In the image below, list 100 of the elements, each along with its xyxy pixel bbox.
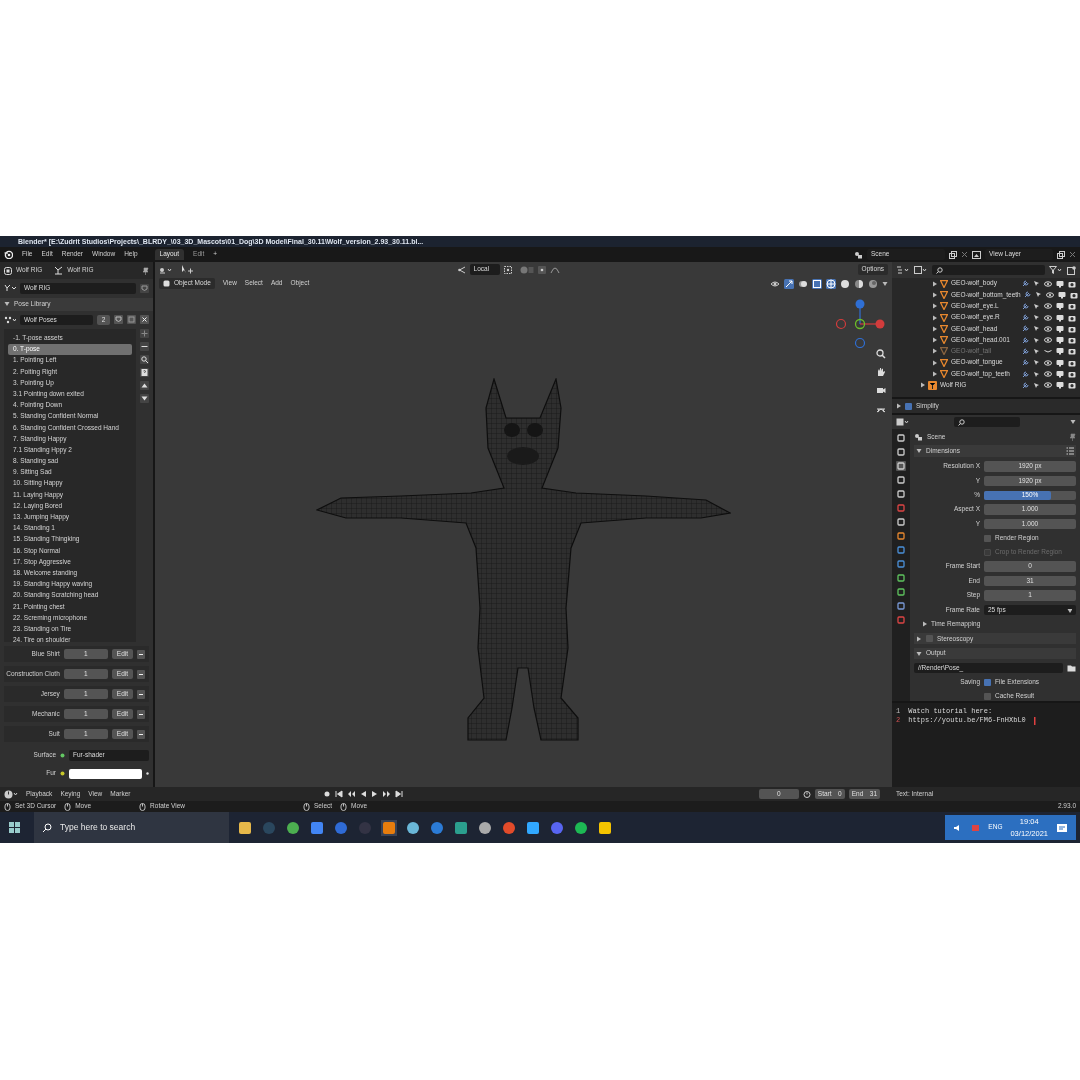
move-down-icon[interactable]: [140, 394, 149, 403]
close-icon[interactable]: [140, 315, 149, 325]
eye-icon[interactable]: [1044, 324, 1052, 333]
falloff-curve-icon[interactable]: [549, 265, 560, 274]
monitor-icon[interactable]: [1056, 347, 1064, 356]
modifier-wrench-icon[interactable]: [1022, 325, 1029, 333]
app-icon[interactable]: [501, 819, 517, 836]
blender-logo-icon[interactable]: [4, 250, 13, 259]
checkbox[interactable]: [984, 692, 991, 700]
previous-keyframe-icon[interactable]: [347, 790, 356, 798]
editor-type-icon[interactable]: [896, 418, 910, 427]
play-reverse-icon[interactable]: [359, 790, 368, 798]
search-icon[interactable]: [936, 266, 943, 274]
plus-icon[interactable]: [140, 329, 149, 338]
properties-tab-icon[interactable]: [896, 573, 906, 584]
cursor-move-icon[interactable]: [181, 264, 193, 275]
wireframe-shading-icon[interactable]: [826, 278, 836, 289]
checkbox[interactable]: [926, 635, 933, 643]
xray-icon[interactable]: [812, 278, 822, 289]
pose-library-icon[interactable]: [4, 315, 16, 324]
dropdown-arrow-icon[interactable]: [1070, 419, 1076, 426]
taskbar-search-field[interactable]: Type here to search: [34, 812, 229, 843]
properties-tab-icon[interactable]: [896, 433, 906, 444]
camera-icon[interactable]: [1068, 336, 1076, 345]
object-icon[interactable]: [4, 266, 12, 275]
eye-icon[interactable]: [1044, 336, 1052, 345]
properties-tab-icon[interactable]: [896, 447, 906, 458]
display-mode-icon[interactable]: [896, 266, 910, 274]
modifier-wrench-icon[interactable]: [1022, 381, 1029, 389]
eye-icon[interactable]: [1044, 279, 1052, 288]
app-icon[interactable]: [597, 819, 613, 836]
properties-tab-icon[interactable]: [896, 475, 906, 486]
app-icon[interactable]: [477, 819, 493, 836]
dropdown-arrow-icon[interactable]: [882, 280, 888, 287]
copy-icon[interactable]: [949, 250, 957, 259]
pin-icon[interactable]: [142, 266, 149, 275]
monitor-icon[interactable]: [1056, 302, 1064, 311]
notification-icon[interactable]: [1056, 822, 1068, 833]
modifier-wrench-icon[interactable]: [1022, 359, 1029, 367]
eye-icon[interactable]: [1044, 302, 1052, 311]
filter-view-icon[interactable]: [914, 266, 928, 274]
camera-icon[interactable]: [1068, 279, 1076, 288]
modifier-wrench-icon[interactable]: [1022, 314, 1029, 322]
proportional-editing-icon[interactable]: [537, 265, 546, 274]
modifier-wrench-icon[interactable]: [1022, 347, 1029, 355]
question-mark-icon[interactable]: [140, 368, 149, 377]
gizmo-toggle-icon[interactable]: [784, 278, 794, 289]
properties-tab-icon[interactable]: [896, 601, 906, 612]
scene-icon[interactable]: [854, 250, 863, 259]
remove-icon[interactable]: [137, 709, 145, 719]
material-shading-icon[interactable]: [854, 278, 864, 289]
zoom-icon[interactable]: [876, 349, 886, 359]
search-field[interactable]: [932, 265, 1045, 275]
remove-icon[interactable]: [137, 649, 145, 659]
armature-icon[interactable]: [54, 266, 64, 275]
app-icon[interactable]: [237, 819, 253, 836]
shield-icon[interactable]: [140, 283, 149, 293]
app-icon[interactable]: [405, 819, 421, 836]
copy-icon[interactable]: [1057, 250, 1065, 259]
app-icon[interactable]: [573, 819, 589, 836]
next-keyframe-icon[interactable]: [383, 790, 392, 798]
expand-arrow-icon[interactable]: [896, 403, 901, 410]
search-icon[interactable]: [958, 418, 965, 426]
properties-tab-icon[interactable]: [896, 461, 906, 472]
monitor-icon[interactable]: [1056, 370, 1064, 378]
jump-end-icon[interactable]: [395, 790, 404, 798]
armature-data-icon[interactable]: [4, 284, 16, 293]
camera-icon[interactable]: [1068, 347, 1076, 356]
search-field[interactable]: [954, 417, 1020, 428]
overlay-icon[interactable]: [798, 278, 808, 289]
camera-icon[interactable]: [1068, 302, 1076, 311]
transform-orientation-icon[interactable]: [457, 265, 466, 274]
minus-icon[interactable]: [140, 342, 149, 351]
new-collection-icon[interactable]: [1067, 265, 1076, 275]
eye-icon[interactable]: [1044, 358, 1052, 367]
jump-start-icon[interactable]: [335, 790, 344, 798]
eye-icon[interactable]: [1044, 370, 1052, 378]
list-icon[interactable]: [1066, 447, 1074, 456]
remove-icon[interactable]: [137, 729, 145, 739]
app-icon[interactable]: [285, 819, 301, 836]
camera-icon[interactable]: [1068, 313, 1076, 322]
camera-icon[interactable]: [1068, 381, 1076, 390]
app-icon[interactable]: [525, 819, 541, 836]
monitor-icon[interactable]: [1056, 324, 1064, 333]
view-layer-icon[interactable]: [972, 250, 981, 259]
remove-icon[interactable]: [137, 669, 145, 679]
app-icon[interactable]: [309, 819, 325, 836]
pin-icon[interactable]: [1069, 433, 1076, 442]
expand-arrow-icon[interactable]: [916, 635, 922, 642]
monitor-icon[interactable]: [1056, 381, 1064, 390]
properties-tab-icon[interactable]: [896, 489, 906, 500]
properties-tab-icon[interactable]: [896, 531, 906, 542]
filter-icon[interactable]: [1049, 266, 1063, 274]
stopwatch-icon[interactable]: [802, 790, 811, 798]
hand-icon[interactable]: [876, 367, 886, 377]
monitor-icon[interactable]: [1057, 290, 1066, 299]
object-mode-icon[interactable]: [163, 280, 170, 287]
modifier-wrench-icon[interactable]: [1022, 302, 1029, 310]
checkbox[interactable]: [984, 534, 991, 542]
color-swatch[interactable]: [69, 768, 142, 779]
